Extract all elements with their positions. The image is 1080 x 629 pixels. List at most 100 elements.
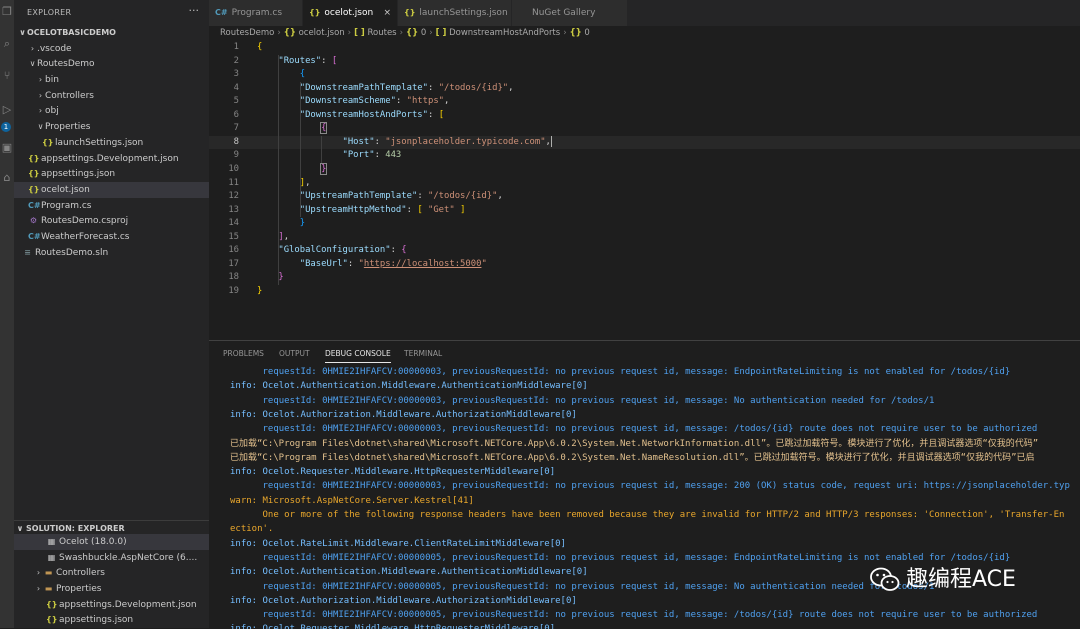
code-line[interactable]: 3 { [209, 68, 1080, 82]
pkg-file-icon: ▦ [47, 552, 56, 562]
console-line: 已加载“C:\Program Files\dotnet\shared\Micro… [230, 438, 1039, 449]
file-item[interactable]: › ▬ Controllers [14, 565, 209, 581]
extensions-icon[interactable]: ▣ [1, 142, 13, 154]
code-line[interactable]: 12 "UpstreamPathTemplate": "/todos/{id}"… [209, 190, 1080, 204]
remote-icon[interactable]: ⌂ [1, 172, 13, 184]
code-line[interactable]: 9 "Port": 443 [209, 149, 1080, 163]
line-number: 4 [233, 82, 239, 93]
line-number: 10 [228, 163, 239, 174]
tab-nuget-gallery[interactable]: NuGet Gallery [512, 0, 628, 26]
code-line[interactable]: 14 } [209, 217, 1080, 231]
tree-item-label: Swashbuckle.AspNetCore (6.... [59, 552, 198, 563]
folder-item[interactable]: › bin [14, 72, 209, 88]
breadcrumb-symbol-icon: {} [569, 28, 582, 38]
file-item[interactable]: {} appsettings.json [14, 166, 209, 182]
code-line[interactable]: 8 "Host": "jsonplaceholder.typicode.com"… [209, 135, 1080, 150]
code-line[interactable]: 7 { [209, 122, 1080, 136]
code-line[interactable]: 18 } [209, 271, 1080, 285]
file-item[interactable]: {} appsettings.json [14, 612, 209, 628]
source-control-icon[interactable]: ⑂ [1, 70, 13, 82]
breadcrumb-item[interactable]: DownstreamHostAndPorts [449, 28, 560, 38]
close-icon[interactable]: × [383, 0, 391, 26]
tree-item-label: appsettings.json [59, 615, 134, 626]
code-line[interactable]: 19} [209, 285, 1080, 299]
folder-file-icon: ▬ [44, 584, 53, 594]
folder-item[interactable]: › .vscode [14, 41, 209, 57]
breadcrumb-separator: › [347, 28, 352, 38]
line-number: 1 [233, 42, 239, 52]
file-item[interactable]: ≡ RoutesDemo.sln [14, 245, 209, 261]
code-line[interactable]: 5 "DownstreamScheme": "https", [209, 95, 1080, 109]
code-line[interactable]: 17 "BaseUrl": "https://localhost:5000" [209, 258, 1080, 272]
more-actions-icon[interactable]: ··· [189, 4, 200, 17]
code-text: ], [299, 177, 311, 188]
line-number: 17 [228, 258, 239, 269]
code-line[interactable]: 10 } [209, 162, 1080, 177]
folder-item[interactable]: › obj [14, 103, 209, 119]
sidebar: EXPLORER ··· ∨OCELOTBASICDEMO › .vscode ∨ Ro… [14, 0, 209, 628]
chevron-icon: ∨ [19, 28, 26, 37]
chevron-icon: › [38, 75, 43, 85]
line-number: 11 [228, 177, 239, 188]
panel-tab-output[interactable]: OUTPUT [279, 346, 310, 362]
breadcrumb-item[interactable]: Routes [368, 28, 397, 38]
code-line[interactable]: 16 "GlobalConfiguration": { [209, 244, 1080, 258]
activity-bar: ❐ ⌕ ⑂ ▷ 1 ▣ ⌂ [0, 0, 14, 628]
breadcrumb[interactable]: RoutesDemo ›{} ocelot.json ›[ ] Routes ›{} … [209, 26, 1080, 40]
file-item[interactable]: ⚙ RoutesDemo.csproj [14, 213, 209, 229]
json-file-icon: {} [28, 184, 40, 194]
indent-guide [278, 54, 280, 285]
tab-program-cs[interactable]: C# Program.cs [209, 0, 303, 26]
code-text: { [320, 122, 328, 135]
file-item[interactable]: › ▬ Properties [14, 581, 209, 597]
tab-launchsettings-json[interactable]: {} launchSettings.json [398, 0, 512, 26]
breadcrumb-item[interactable]: 0 [421, 28, 426, 38]
breadcrumb-item[interactable]: 0 [584, 28, 589, 38]
file-item[interactable]: C#WeatherForecast.cs [14, 229, 209, 245]
code-editor[interactable]: 1{2 "Routes": [3 {4 "DownstreamPathTempl… [209, 40, 1080, 340]
breadcrumb-item[interactable]: RoutesDemo [220, 28, 274, 38]
files-icon[interactable]: ❐ [1, 6, 13, 18]
code-text: } [257, 285, 263, 296]
breadcrumb-item[interactable]: ocelot.json [299, 28, 345, 38]
explorer-title: EXPLORER [27, 8, 72, 17]
folder-item[interactable]: ∨ RoutesDemo [14, 56, 209, 72]
chevron-icon: ∨ [37, 122, 44, 132]
breadcrumb-symbol-icon: {} [283, 28, 296, 38]
code-line[interactable]: 6 "DownstreamHostAndPorts": [ [209, 109, 1080, 123]
panel-tab-debug-console[interactable]: DEBUG CONSOLE [325, 346, 391, 363]
file-item[interactable]: {} appsettings.Development.json [14, 151, 209, 167]
console-line: info: Ocelot.Requester.Middleware.HttpRe… [230, 622, 1080, 629]
cs-file-icon: C# [28, 231, 41, 241]
panel-tab-terminal[interactable]: TERMINAL [404, 346, 442, 362]
code-line[interactable]: 2 "Routes": [ [209, 55, 1080, 69]
file-item[interactable]: {} launchSettings.json [14, 135, 209, 151]
console-line: info: Ocelot.Requester.Middleware.HttpRe… [230, 467, 556, 478]
file-item[interactable]: C#Program.cs [14, 198, 209, 214]
file-item[interactable]: ▦ Swashbuckle.AspNetCore (6.... [14, 550, 209, 566]
code-line[interactable]: 1{ [209, 41, 1080, 55]
code-text: "Host": "jsonplaceholder.typicode.com", [342, 135, 552, 147]
code-line[interactable]: 13 "UpstreamHttpMethod": [ "Get" ] [209, 204, 1080, 218]
tree-item-label: appsettings.json [41, 169, 116, 180]
search-icon[interactable]: ⌕ [1, 38, 13, 50]
folder-item[interactable]: › Controllers [14, 88, 209, 104]
chevron-icon: ∨ [29, 59, 36, 69]
code-line[interactable]: 11 ], [209, 177, 1080, 191]
panel-tab-problems[interactable]: PROBLEMS [223, 346, 264, 362]
run-debug-icon[interactable]: ▷ [1, 104, 13, 116]
breadcrumb-symbol-icon: [ ] [354, 28, 365, 38]
tree-item-label: OCELOTBASICDEMO [27, 28, 116, 37]
file-item[interactable]: {} appsettings.Development.json [14, 597, 209, 613]
line-number: 5 [233, 96, 239, 107]
wechat-icon [870, 567, 900, 591]
file-item[interactable]: {} ocelot.json [14, 181, 209, 198]
tree-item-label: RoutesDemo.csproj [41, 216, 129, 227]
code-line[interactable]: 4 "DownstreamPathTemplate": "/todos/{id}… [209, 82, 1080, 96]
folder-item[interactable]: ∨ Properties [14, 119, 209, 135]
file-item[interactable]: ▦ Ocelot (18.0.0) [14, 534, 209, 550]
tab-ocelot-json[interactable]: {} ocelot.json × [303, 0, 398, 26]
folder-item[interactable]: ∨OCELOTBASICDEMO [14, 25, 209, 41]
code-line[interactable]: 15 ], [209, 231, 1080, 245]
line-number: 7 [233, 123, 239, 134]
